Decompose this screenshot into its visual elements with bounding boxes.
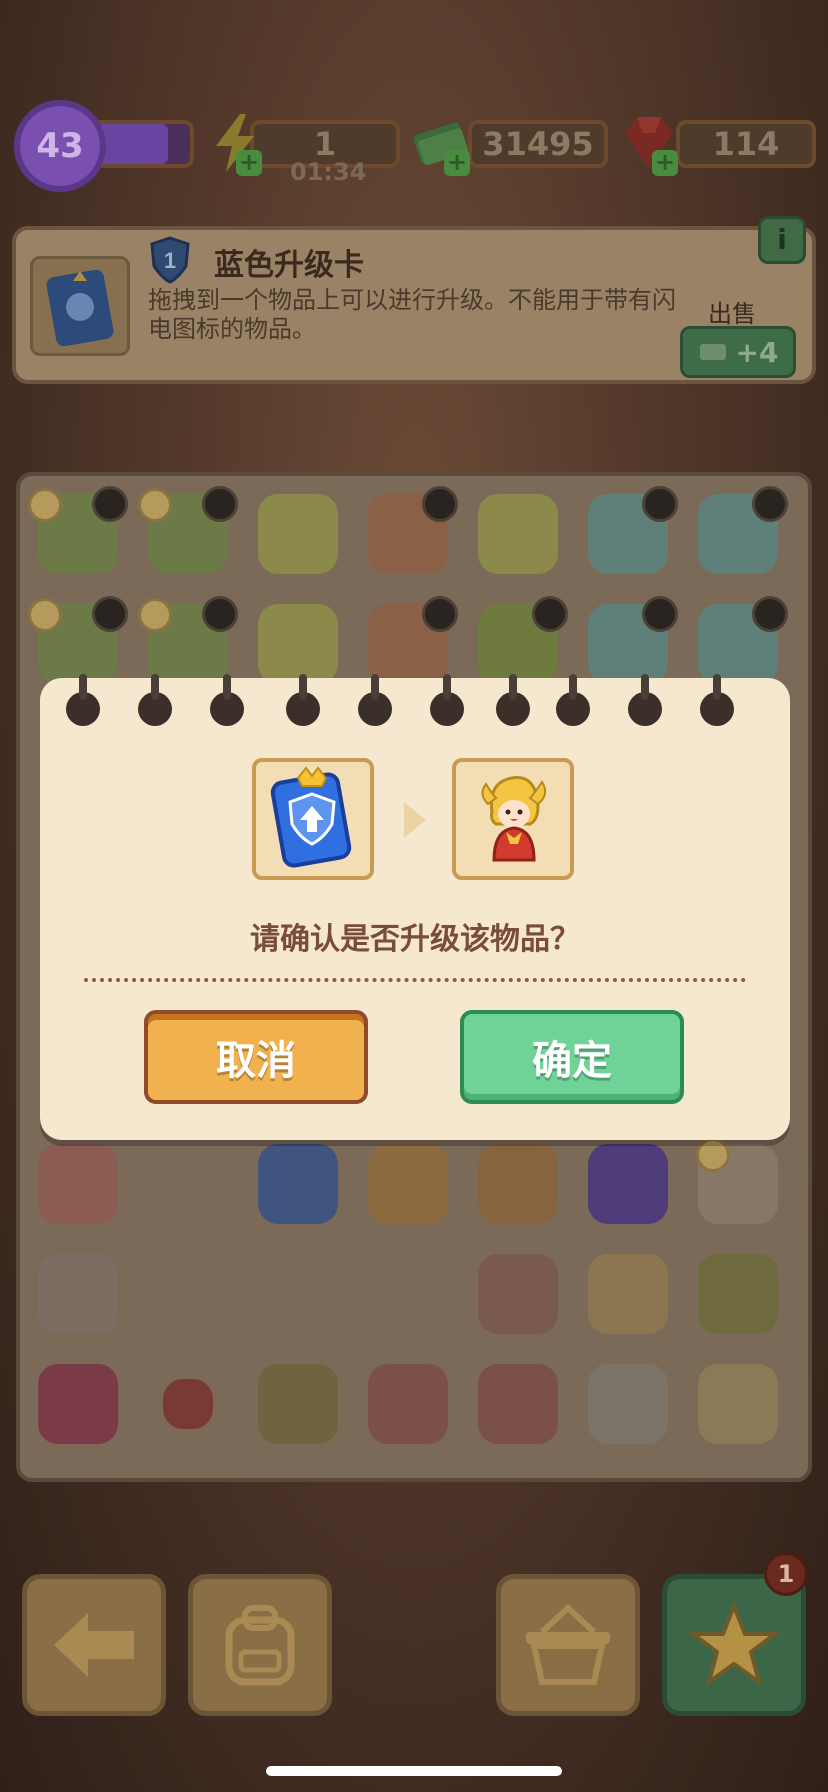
item-description: 拖拽到一个物品上可以进行升级。不能用于带有闪电图标的物品。: [148, 286, 676, 343]
energy-timer: 01:34: [290, 158, 367, 186]
board-cell[interactable]: [576, 1242, 680, 1346]
board-cell[interactable]: [686, 482, 790, 586]
level-badge[interactable]: 43: [14, 100, 106, 192]
gem-plus-icon[interactable]: +: [652, 150, 678, 176]
board-cell[interactable]: [686, 1242, 790, 1346]
binder-hole: [430, 674, 464, 726]
binder-hole: [700, 674, 734, 726]
arrow-right-icon: [404, 802, 426, 838]
binder-hole: [358, 674, 392, 726]
backpack-icon: [225, 1605, 295, 1686]
binder-hole: [556, 674, 590, 726]
top-hud: 43 1 + 01:34 31495 + 114 +: [0, 100, 828, 192]
notification-badge: 1: [764, 1552, 808, 1596]
binder-hole: [496, 674, 530, 726]
board-cell[interactable]: [356, 482, 460, 586]
sell-label: 出售: [708, 300, 756, 328]
binder-hole: [628, 674, 662, 726]
item-title: 蓝色升级卡: [214, 248, 364, 283]
board-cell[interactable]: [246, 482, 350, 586]
shield-level-icon: 1: [150, 236, 190, 284]
energy-plus-icon[interactable]: +: [236, 150, 262, 176]
gem-counter[interactable]: 114: [676, 120, 816, 168]
info-item-thumbnail: [30, 256, 130, 356]
dotted-divider: [84, 978, 746, 982]
board-cell[interactable]: [686, 1352, 790, 1456]
board-cell[interactable]: [576, 1352, 680, 1456]
board-cell[interactable]: [356, 1132, 460, 1236]
board-cell[interactable]: [26, 1352, 130, 1456]
board-cell[interactable]: [466, 1242, 570, 1346]
character-doll-icon: [481, 776, 547, 862]
board-cell[interactable]: [136, 482, 240, 586]
cash-icon: [699, 344, 726, 360]
board-cell[interactable]: [26, 1132, 130, 1236]
cash-counter[interactable]: 31495: [468, 120, 608, 168]
board-cell[interactable]: [466, 1132, 570, 1236]
board-cell[interactable]: [686, 1132, 790, 1236]
cash-plus-icon[interactable]: +: [444, 150, 470, 176]
cancel-button[interactable]: 取消: [144, 1010, 368, 1104]
source-item-card: [252, 758, 374, 880]
back-arrow-icon: [54, 1613, 134, 1677]
board-cell[interactable]: [246, 1352, 350, 1456]
board-cell[interactable]: [466, 482, 570, 586]
binder-hole: [210, 674, 244, 726]
board-cell[interactable]: [136, 1352, 240, 1456]
upgrade-confirm-dialog: 请确认是否升级该物品？ 取消 确定: [40, 674, 790, 1140]
basket-button[interactable]: [496, 1574, 640, 1716]
star-icon: [689, 1600, 779, 1687]
home-indicator[interactable]: [266, 1766, 562, 1776]
sell-value: +4: [735, 335, 779, 369]
board-cell[interactable]: [26, 482, 130, 586]
binder-hole: [138, 674, 172, 726]
board-cell[interactable]: [26, 1242, 130, 1346]
backpack-button[interactable]: [188, 1574, 332, 1716]
svg-text:1: 1: [164, 248, 176, 273]
board-cell[interactable]: [246, 1132, 350, 1236]
binder-hole: [66, 674, 100, 726]
board-cell[interactable]: [466, 1352, 570, 1456]
dialog-question: 请确认是否升级该物品？: [250, 922, 580, 957]
info-icon[interactable]: i: [758, 216, 806, 264]
sell-button[interactable]: +4: [680, 326, 796, 378]
board-cell[interactable]: [576, 1132, 680, 1236]
board-cell[interactable]: [576, 482, 680, 586]
board-cell[interactable]: [356, 1352, 460, 1456]
back-button[interactable]: [22, 1574, 166, 1716]
binder-hole: [286, 674, 320, 726]
target-item-card: [452, 758, 574, 880]
blue-upgrade-card-icon: [270, 766, 352, 868]
game-scene: 43 1 + 01:34 31495 + 114 + 1 蓝色升级卡 拖拽到一个…: [0, 0, 828, 1792]
basket-icon: [526, 1603, 610, 1685]
confirm-button[interactable]: 确定: [460, 1010, 684, 1104]
item-info-panel: 1 蓝色升级卡 拖拽到一个物品上可以进行升级。不能用于带有闪电图标的物品。 i …: [12, 216, 816, 384]
